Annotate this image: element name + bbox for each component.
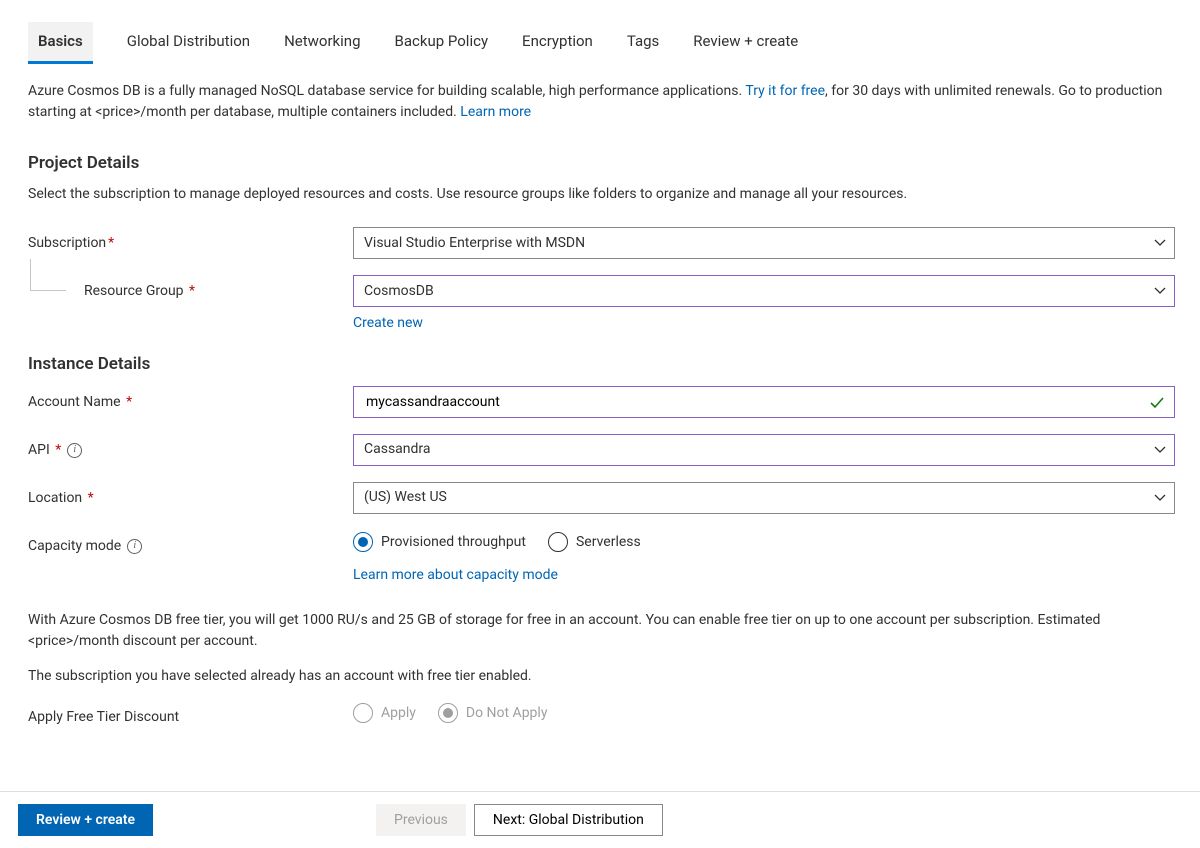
subscription-label: Subscription* (28, 227, 353, 254)
try-for-free-link[interactable]: Try it for free (745, 83, 825, 99)
learn-more-link[interactable]: Learn more (460, 104, 531, 120)
account-name-input-wrap[interactable] (353, 386, 1175, 418)
chevron-down-icon (1154, 287, 1164, 297)
capacity-provisioned-radio[interactable]: Provisioned throughput (353, 532, 526, 553)
resource-group-select[interactable]: CosmosDB (353, 275, 1175, 307)
previous-button: Previous (376, 804, 466, 836)
next-button[interactable]: Next: Global Distribution (474, 804, 663, 836)
info-icon[interactable]: i (127, 539, 142, 554)
account-name-input[interactable] (364, 386, 1140, 418)
location-select[interactable]: (US) West US (353, 482, 1175, 514)
api-select[interactable]: Cassandra (353, 434, 1175, 466)
provisioned-label: Provisioned throughput (381, 532, 526, 553)
location-value: (US) West US (364, 487, 447, 508)
intro-text: Azure Cosmos DB is a fully managed NoSQL… (28, 81, 1174, 123)
subscription-value: Visual Studio Enterprise with MSDN (364, 233, 585, 254)
tab-backup-policy[interactable]: Backup Policy (395, 22, 489, 63)
location-label: Location * (28, 482, 353, 509)
api-value: Cassandra (364, 439, 431, 460)
resource-group-label: Resource Group * (28, 275, 353, 302)
resource-group-value: CosmosDB (364, 281, 434, 302)
tab-review-create[interactable]: Review + create (693, 22, 798, 63)
create-new-link[interactable]: Create new (353, 313, 1175, 334)
no-apply-label: Do Not Apply (466, 703, 548, 724)
checkmark-icon (1148, 394, 1166, 419)
tab-tags[interactable]: Tags (627, 22, 659, 63)
wizard-tabs: Basics Global Distribution Networking Ba… (28, 22, 1174, 63)
free-tier-paragraph-1: With Azure Cosmos DB free tier, you will… (28, 610, 1158, 652)
capacity-serverless-radio[interactable]: Serverless (548, 532, 641, 553)
api-label: API * i (28, 434, 353, 461)
free-tier-label: Apply Free Tier Discount (28, 701, 353, 728)
free-tier-paragraph-2: The subscription you have selected alrea… (28, 666, 1158, 687)
info-icon[interactable]: i (67, 443, 82, 458)
project-details-heading: Project Details (28, 151, 1174, 177)
account-name-label: Account Name * (28, 386, 353, 413)
capacity-mode-label: Capacity mode i (28, 530, 353, 557)
tab-basics[interactable]: Basics (28, 22, 93, 64)
wizard-footer: Review + create Previous Next: Global Di… (0, 791, 1200, 848)
chevron-down-icon (1154, 239, 1164, 249)
project-details-subtext: Select the subscription to manage deploy… (28, 184, 1174, 205)
tab-encryption[interactable]: Encryption (522, 22, 593, 63)
review-create-button[interactable]: Review + create (18, 804, 153, 836)
tab-global-distribution[interactable]: Global Distribution (127, 22, 250, 63)
chevron-down-icon (1154, 494, 1164, 504)
free-tier-no-apply-radio: Do Not Apply (438, 703, 548, 724)
chevron-down-icon (1154, 446, 1164, 456)
free-tier-apply-radio: Apply (353, 703, 416, 724)
tab-networking[interactable]: Networking (284, 22, 360, 63)
apply-label: Apply (381, 703, 416, 724)
subscription-select[interactable]: Visual Studio Enterprise with MSDN (353, 227, 1175, 259)
instance-details-heading: Instance Details (28, 352, 1174, 378)
learn-capacity-link[interactable]: Learn more about capacity mode (353, 565, 1174, 586)
serverless-label: Serverless (576, 532, 641, 553)
intro-sentence: Azure Cosmos DB is a fully managed NoSQL… (28, 83, 745, 99)
